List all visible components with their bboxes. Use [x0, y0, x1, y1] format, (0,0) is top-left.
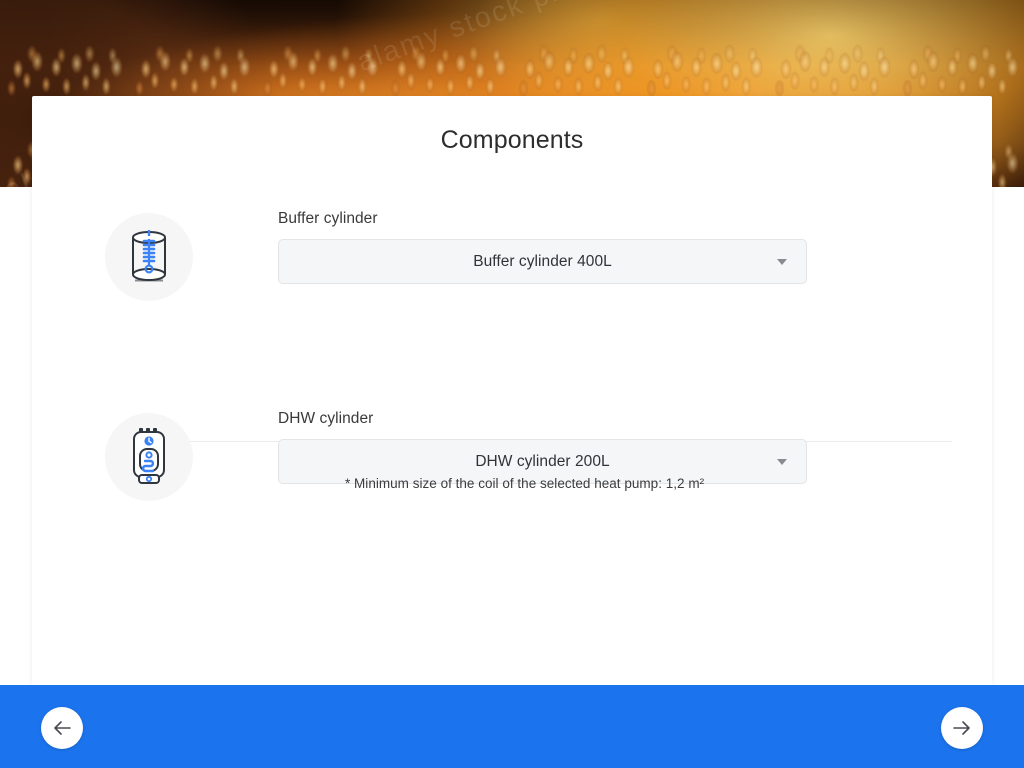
buffer-cylinder-select[interactable]: Buffer cylinder 400L — [278, 239, 807, 284]
dhw-cylinder-icon — [105, 413, 193, 501]
component-row-buffer-cylinder: Buffer cylinder Buffer cylinder 400L — [32, 201, 992, 346]
component-row-dhw-cylinder: DHW cylinder DHW cylinder 200L — [32, 401, 992, 531]
progress-stepper: UserLocationParametersManufacturerPropos… — [0, 685, 1024, 768]
application-root: alamy stock photo alamy stock photo alam… — [0, 0, 1024, 768]
buffer-cylinder-icon — [105, 213, 193, 301]
dhw-cylinder-label: DHW cylinder — [278, 410, 374, 427]
coil-size-footnote: * Minimum size of the coil of the select… — [345, 476, 705, 491]
buffer-cylinder-field: Buffer cylinder Buffer cylinder 400L — [278, 201, 807, 284]
chevron-down-icon — [777, 258, 787, 265]
dhw-cylinder-selected-value: DHW cylinder 200L — [475, 452, 610, 470]
chevron-down-icon — [777, 458, 787, 465]
dhw-cylinder-field: DHW cylinder DHW cylinder 200L — [278, 401, 807, 484]
buffer-cylinder-label: Buffer cylinder — [278, 210, 378, 227]
components-card: Components Buffer cylinder Buffer cylind… — [32, 96, 992, 685]
page-title: Components — [440, 126, 584, 154]
buffer-cylinder-selected-value: Buffer cylinder 400L — [473, 252, 612, 270]
